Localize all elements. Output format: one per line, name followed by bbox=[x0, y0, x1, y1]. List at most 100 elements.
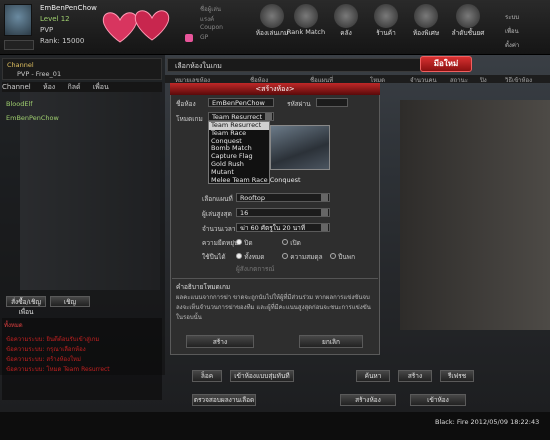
map-select[interactable]: Rooftop bbox=[236, 193, 330, 202]
new-room-button[interactable]: มีอใหม่ bbox=[420, 56, 472, 72]
nav-label: ลำดับชั้นยศ bbox=[451, 29, 485, 37]
player-name: EmBenPenChow bbox=[40, 4, 97, 12]
mode-description: ผลคะแนนจากการฆ่า ขาดจะถูกนับไปให้ผู้ที่ม… bbox=[176, 294, 371, 321]
list-item[interactable]: EmBenPenChow bbox=[6, 114, 59, 122]
weapon-balance-option[interactable]: ความสมดุล bbox=[282, 252, 323, 262]
link-settings[interactable]: ตั้งค่า bbox=[505, 40, 519, 50]
stat-label-coupon: Coupon bbox=[200, 24, 223, 31]
col-ping[interactable]: ปิง bbox=[480, 75, 487, 85]
nav-label: Rank Match bbox=[286, 28, 326, 36]
quick-join-button[interactable]: เข้าห้องแบบสุ่มทันที bbox=[230, 370, 294, 382]
col-status[interactable]: สถานะ bbox=[450, 75, 468, 85]
gear-icon bbox=[260, 4, 284, 28]
invite-button[interactable]: เชิญ bbox=[50, 296, 90, 307]
chat-line: ข้อความระบบ: ยินดีต้อนรับเข้าสู่เกม bbox=[6, 336, 100, 343]
radio-icon bbox=[236, 253, 242, 259]
invite-friend-button[interactable]: สั่งซื้อ/เชิญเพื่อน bbox=[6, 296, 46, 316]
max-players-label: ผู้เล่นสูงสุด bbox=[202, 210, 232, 218]
nav-item-ranking[interactable]: ลำดับชั้นยศ bbox=[446, 4, 490, 38]
stat-label-name: ชื่อผู้เล่น bbox=[200, 6, 222, 13]
chevron-down-icon[interactable] bbox=[265, 113, 272, 120]
check-record-button[interactable]: ตรวจสอบผลงานเลือด bbox=[192, 394, 256, 406]
create-room-button[interactable]: สร้างห้อง bbox=[340, 394, 396, 406]
channel-box: Channel PVP - Free_01 bbox=[2, 58, 162, 80]
time-select[interactable]: ฆ่า 60 ศัตรูใน 20 นาที bbox=[236, 223, 330, 232]
radio-icon bbox=[282, 253, 288, 259]
map-label: เลือกแผนที่ bbox=[202, 195, 233, 203]
mode-option[interactable]: Melee Team Race Conquest bbox=[209, 176, 301, 185]
refresh-button[interactable]: รีเฟรช bbox=[440, 370, 474, 382]
date-label: 2012/05/09 bbox=[470, 418, 508, 426]
join-room-button[interactable]: เข้าห้อง bbox=[410, 394, 466, 406]
ranking-icon bbox=[456, 4, 480, 28]
tab-channel[interactable]: Channel bbox=[2, 83, 31, 91]
password-input[interactable] bbox=[316, 98, 348, 107]
cancel-button[interactable]: ยกเลิก bbox=[299, 335, 363, 348]
coupon-icon bbox=[185, 34, 193, 42]
tab-room[interactable]: ห้อง bbox=[43, 83, 55, 91]
time-label: จำนวนเวลา bbox=[202, 225, 236, 233]
chat-line: ข้อความระบบ: โหมด Team Resurrect bbox=[6, 366, 110, 373]
time-label: 18:22:43 bbox=[510, 418, 540, 426]
weapon-pistol-option[interactable]: ปืนพก bbox=[330, 252, 355, 262]
radio-icon bbox=[282, 239, 288, 245]
chevron-down-icon[interactable] bbox=[321, 194, 328, 201]
dialog-title: <สร้างห้อง> bbox=[170, 83, 380, 95]
status-bar bbox=[0, 412, 550, 440]
room-name-label: ชื่อห้อง bbox=[176, 100, 196, 108]
server-name: PVP - Free_01 bbox=[17, 70, 62, 78]
time-value: ฆ่า 60 ศัตรูใน 20 นาที bbox=[240, 224, 306, 232]
link-friends[interactable]: เพื่อน bbox=[505, 26, 519, 36]
create-small-button[interactable]: สร้าง bbox=[398, 370, 432, 382]
radio-icon bbox=[330, 253, 336, 259]
hearts-decoration bbox=[102, 10, 170, 43]
avatar[interactable] bbox=[4, 4, 32, 36]
nav-item-rank-match[interactable]: Rank Match bbox=[284, 4, 328, 36]
nav-item-special[interactable]: ห้องพิเศษ bbox=[404, 4, 448, 38]
player-pvp: PVP bbox=[40, 26, 54, 34]
tab-friends[interactable]: เพื่อน bbox=[93, 83, 109, 91]
player-level: Level 12 bbox=[40, 15, 70, 23]
difficulty-label: ความยืดหยุ่น bbox=[202, 239, 239, 247]
col-join[interactable]: วิธีเข้าห้อง bbox=[505, 75, 532, 85]
chat-line: ข้อความระบบ: กรุณาเลือกห้อง bbox=[6, 346, 86, 353]
list-item[interactable]: BloodElf bbox=[6, 100, 33, 108]
search-button[interactable]: ค้นหา bbox=[356, 370, 390, 382]
chevron-down-icon[interactable] bbox=[321, 224, 328, 231]
points-box bbox=[4, 40, 34, 50]
difficulty-off-option[interactable]: ปิด bbox=[236, 238, 253, 248]
map-value: Rooftop bbox=[240, 194, 266, 202]
server-label: Black: Fire bbox=[435, 418, 469, 426]
mode-dropdown: Team Resurrect Team Race Conquest Bomb M… bbox=[208, 121, 301, 185]
shop-icon bbox=[374, 4, 398, 28]
room-list-header: หมายเลขห้อง ชื่อห้อง ชื่อแผนที่ โหมด จำน… bbox=[165, 75, 550, 85]
chat-line: ข้อความระบบ: สร้างห้องใหม่ bbox=[6, 356, 81, 363]
observer-label: ผู้สังเกตการณ์ bbox=[236, 265, 275, 273]
col-players[interactable]: จำนวนคน bbox=[410, 75, 437, 85]
nav-item-shop[interactable]: ร้านค้า bbox=[364, 4, 408, 38]
status-clock: Black: Fire 2012/05/09 18:22:43 bbox=[435, 418, 539, 426]
difficulty-on-option[interactable]: เปิด bbox=[282, 238, 301, 248]
room-name-input[interactable]: EmBenPenChow bbox=[208, 98, 274, 107]
inventory-icon bbox=[334, 4, 358, 28]
radio-icon bbox=[236, 239, 242, 245]
nav-item-inventory[interactable]: คลัง bbox=[324, 4, 368, 38]
mode-select[interactable]: Team Resurrect bbox=[208, 112, 274, 121]
lobby-title: เลือกห้องในเกม bbox=[175, 62, 222, 70]
lock-button[interactable]: ล็อค bbox=[192, 370, 222, 382]
stat-label-gp: GP bbox=[200, 34, 209, 41]
chevron-down-icon[interactable] bbox=[321, 209, 328, 216]
link-system[interactable]: ระบบ bbox=[505, 12, 519, 22]
weapon-all-option[interactable]: ทั้งหมด bbox=[236, 252, 264, 262]
divider bbox=[172, 278, 378, 279]
max-players-select[interactable]: 16 bbox=[236, 208, 330, 217]
map-preview-image bbox=[270, 125, 330, 170]
left-tabs: Channel ห้อง กิลด์ เพื่อน bbox=[2, 82, 162, 92]
stat-label-rank: แรงค์ bbox=[200, 16, 215, 23]
tab-guild[interactable]: กิลด์ bbox=[67, 83, 80, 91]
nav-label: ร้านค้า bbox=[376, 29, 396, 37]
background-building-right bbox=[400, 100, 550, 330]
nav-label: ห้องพิเศษ bbox=[412, 29, 440, 37]
create-button[interactable]: สร้าง bbox=[186, 335, 254, 348]
chat-tab-all[interactable]: ทั้งหมด bbox=[4, 320, 23, 330]
